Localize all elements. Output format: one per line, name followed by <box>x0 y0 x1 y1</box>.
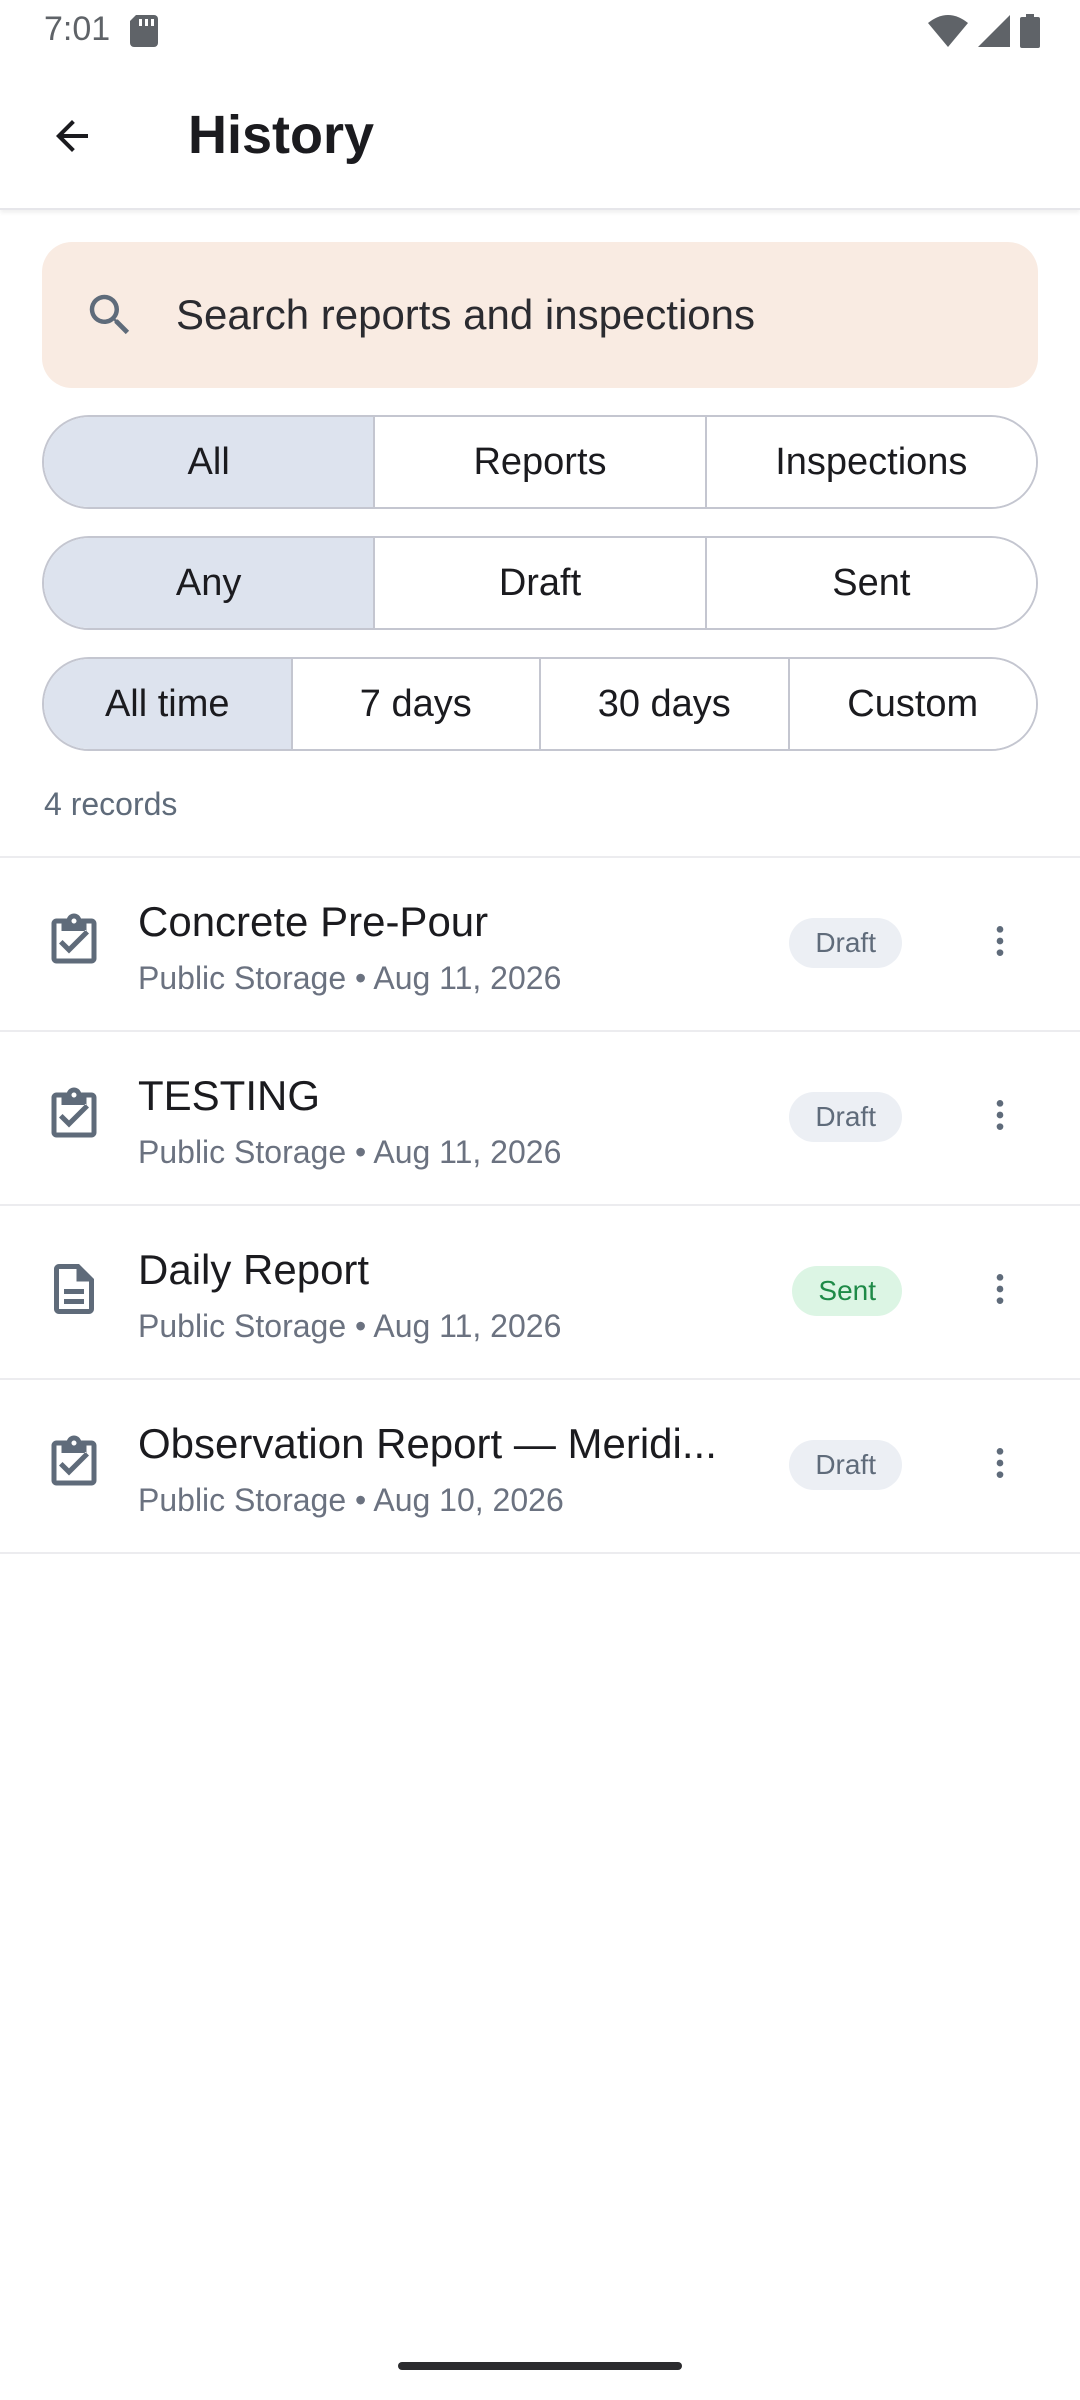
clipboard-check-icon <box>42 1431 106 1495</box>
list-item[interactable]: Concrete Pre-Pour Public Storage • Aug 1… <box>0 858 1080 1032</box>
status-time: 7:01 <box>44 10 111 48</box>
list-item[interactable]: TESTING Public Storage • Aug 11, 2026 Dr… <box>0 1032 1080 1206</box>
search-input[interactable] <box>176 291 996 339</box>
filter-30-days[interactable]: 30 days <box>541 659 790 749</box>
status-badge: Draft <box>789 1092 902 1142</box>
filter-custom[interactable]: Custom <box>789 659 1036 749</box>
app-bar: History <box>0 64 1080 210</box>
item-subtitle: Public Storage • Aug 11, 2026 <box>138 1134 562 1170</box>
item-subtitle: Public Storage • Aug 11, 2026 <box>138 1308 562 1344</box>
status-bar: 7:01 <box>0 0 1080 64</box>
item-title: Concrete Pre-Pour <box>138 898 489 945</box>
home-indicator[interactable] <box>398 2362 682 2370</box>
type-filter: All Reports Inspections <box>42 415 1038 509</box>
item-title: TESTING <box>138 1072 321 1119</box>
signal-icon <box>978 15 1010 52</box>
more-vert-icon <box>980 921 1020 966</box>
wifi-icon <box>928 15 968 52</box>
search-icon <box>82 287 138 343</box>
time-filter: All time 7 days 30 days Custom <box>42 657 1038 751</box>
status-filter: Any Draft Sent <box>42 536 1038 630</box>
filter-all-time[interactable]: All time <box>44 659 293 749</box>
more-options-button[interactable] <box>970 1435 1030 1495</box>
item-title: Daily Report <box>138 1246 370 1293</box>
status-badge: Sent <box>792 1266 902 1316</box>
more-vert-icon <box>980 1095 1020 1140</box>
more-options-button[interactable] <box>970 1087 1030 1147</box>
battery-icon <box>1020 14 1040 53</box>
status-badge: Draft <box>789 918 902 968</box>
more-options-button[interactable] <box>970 913 1030 973</box>
filter-7-days[interactable]: 7 days <box>292 659 541 749</box>
filter-all[interactable]: All <box>44 417 376 507</box>
arrow-left-icon <box>48 112 96 165</box>
clipboard-check-icon <box>42 1083 106 1147</box>
filter-reports[interactable]: Reports <box>375 417 707 507</box>
more-options-button[interactable] <box>970 1261 1030 1321</box>
list-item[interactable]: Observation Report — Meridi... Public St… <box>0 1380 1080 1554</box>
item-subtitle: Public Storage • Aug 10, 2026 <box>138 1482 564 1518</box>
item-subtitle: Public Storage • Aug 11, 2026 <box>138 960 562 996</box>
more-vert-icon <box>980 1443 1020 1488</box>
filter-sent[interactable]: Sent <box>706 538 1036 628</box>
back-button[interactable] <box>36 102 108 174</box>
sd-card-icon <box>130 15 158 47</box>
clipboard-check-icon <box>42 909 106 973</box>
filter-draft[interactable]: Draft <box>375 538 707 628</box>
search-bar[interactable] <box>42 242 1038 388</box>
status-badge: Draft <box>789 1440 902 1490</box>
records-list: Concrete Pre-Pour Public Storage • Aug 1… <box>0 858 1080 1554</box>
document-icon <box>42 1257 106 1321</box>
item-title: Observation Report — Meridi... <box>138 1420 717 1467</box>
more-vert-icon <box>980 1269 1020 1314</box>
filter-any[interactable]: Any <box>44 538 376 628</box>
page-title: History <box>188 105 375 165</box>
records-count: 4 records <box>44 786 178 822</box>
filter-inspections[interactable]: Inspections <box>706 417 1036 507</box>
list-item[interactable]: Daily Report Public Storage • Aug 11, 20… <box>0 1206 1080 1380</box>
